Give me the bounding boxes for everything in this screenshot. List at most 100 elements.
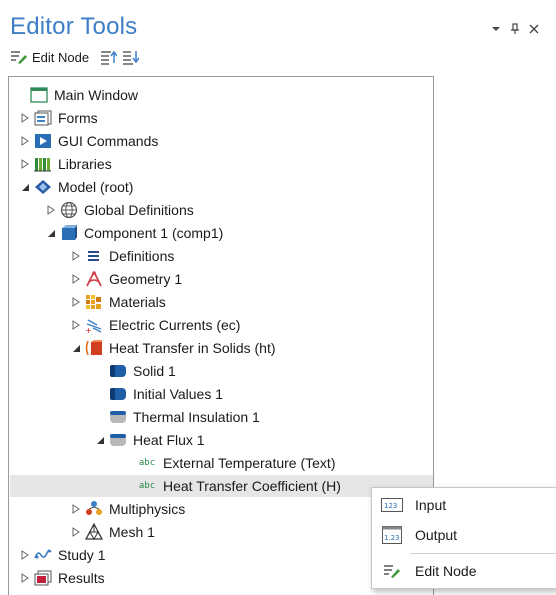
- expand-toggle-icon[interactable]: [20, 159, 30, 169]
- tree-item-label: Materials: [109, 294, 166, 310]
- tree-item-forms[interactable]: Forms: [20, 107, 98, 129]
- geometry-icon: [85, 270, 103, 288]
- tree-item-heat-flux-1[interactable]: Heat Flux 1: [95, 429, 205, 451]
- tree-item-label: Heat Flux 1: [133, 432, 205, 448]
- collapse-toggle-icon[interactable]: [46, 228, 56, 238]
- dropdown-icon[interactable]: [490, 22, 502, 36]
- mesh-icon: [85, 523, 103, 541]
- menu-item-label: Edit Node: [415, 563, 477, 579]
- tree-item-label: Results: [58, 570, 105, 586]
- materials-icon: [85, 293, 103, 311]
- tree-item-external-temperature[interactable]: abc External Temperature (Text): [137, 452, 336, 474]
- tree-item-materials[interactable]: Materials: [71, 291, 166, 313]
- menu-item-output[interactable]: 1.23 Output: [372, 520, 556, 550]
- move-up-icon[interactable]: [99, 48, 118, 66]
- boundary-condition-icon: [109, 431, 127, 449]
- panel-title: Editor Tools: [10, 13, 138, 40]
- tree-item-label: External Temperature (Text): [163, 455, 336, 471]
- tree-item-label: Global Definitions: [84, 202, 194, 218]
- menu-item-label: Input: [415, 497, 447, 513]
- tree-item-label: Main Window: [54, 87, 139, 103]
- tree-item-label: Mesh 1: [109, 524, 155, 540]
- expand-toggle-icon[interactable]: [71, 320, 81, 330]
- output-icon: 1.23: [381, 526, 403, 544]
- results-icon: [34, 569, 52, 587]
- tree-item-label: Heat Transfer in Solids (ht): [109, 340, 276, 356]
- tree-item-libraries[interactable]: Libraries: [20, 153, 112, 175]
- libraries-icon: [34, 155, 52, 173]
- tree-item-definitions[interactable]: Definitions: [71, 245, 174, 267]
- tree-item-label: Definitions: [109, 248, 175, 264]
- move-down-icon[interactable]: [121, 48, 140, 66]
- window-controls: [490, 22, 540, 36]
- input-icon: 123: [381, 496, 403, 514]
- electric-currents-icon: +: [85, 316, 103, 334]
- collapse-toggle-icon[interactable]: [95, 435, 105, 445]
- tree-item-label: GUI Commands: [58, 133, 159, 149]
- globe-icon: [60, 201, 78, 219]
- tree-item-initial-values-1[interactable]: Initial Values 1: [109, 383, 223, 405]
- tree-item-main-window[interactable]: Main Window: [20, 84, 138, 106]
- pin-icon[interactable]: [509, 22, 521, 36]
- expand-toggle-icon[interactable]: [71, 504, 81, 514]
- menu-item-edit-node[interactable]: Edit Node: [372, 556, 556, 586]
- forms-icon: [34, 109, 52, 127]
- tree-item-label: Solid 1: [133, 363, 176, 379]
- svg-text:+: +: [85, 326, 92, 334]
- edit-node-button[interactable]: Edit Node: [10, 48, 89, 66]
- tree-item-gui-commands[interactable]: GUI Commands: [20, 130, 158, 152]
- menu-item-input[interactable]: 123 Input: [372, 490, 556, 520]
- tree-item-solid-1[interactable]: Solid 1: [109, 360, 176, 382]
- tree-item-label: Initial Values 1: [133, 386, 224, 402]
- tree-item-label: Geometry 1: [109, 271, 183, 287]
- tree-item-heat-transfer[interactable]: Heat Transfer in Solids (ht): [71, 337, 276, 359]
- tree-item-label: Forms: [58, 110, 98, 126]
- tree-item-multiphysics[interactable]: Multiphysics: [71, 498, 185, 520]
- tree-item-electric-currents[interactable]: + Electric Currents (ec): [71, 314, 240, 336]
- expand-toggle-icon[interactable]: [20, 550, 30, 560]
- tree-item-label: Thermal Insulation 1: [133, 409, 260, 425]
- tree-item-component-1[interactable]: Component 1 (comp1): [46, 222, 223, 244]
- toolbar: Edit Node: [10, 48, 140, 66]
- expand-toggle-icon[interactable]: [71, 274, 81, 284]
- tree-item-study-1[interactable]: Study 1: [20, 544, 105, 566]
- tree-item-label: Electric Currents (ec): [109, 317, 241, 333]
- collapse-toggle-icon[interactable]: [20, 182, 30, 192]
- definitions-icon: [85, 247, 103, 265]
- svg-text:123: 123: [384, 502, 397, 510]
- edit-node-icon: [381, 562, 403, 580]
- tree-item-label: Heat Transfer Coefficient (H): [163, 478, 341, 494]
- solid-icon: [109, 362, 127, 380]
- edit-node-icon: [10, 48, 28, 66]
- expand-toggle-icon[interactable]: [20, 136, 30, 146]
- window-icon: [30, 86, 48, 104]
- tree-item-thermal-insulation-1[interactable]: Thermal Insulation 1: [109, 406, 260, 428]
- study-icon: [34, 546, 52, 564]
- tree-item-label: Libraries: [58, 156, 112, 172]
- svg-text:1.23: 1.23: [384, 534, 400, 542]
- text-abc-icon: abc: [138, 458, 156, 468]
- expand-toggle-icon[interactable]: [20, 573, 30, 583]
- tree-item-results[interactable]: Results: [20, 567, 105, 589]
- menu-item-label: Output: [415, 527, 458, 543]
- initial-values-icon: [109, 385, 127, 403]
- close-icon[interactable]: [528, 22, 540, 36]
- tree-item-mesh-1[interactable]: Mesh 1: [71, 521, 155, 543]
- expand-toggle-icon[interactable]: [46, 205, 56, 215]
- tree-item-label: Component 1 (comp1): [84, 225, 224, 241]
- tree-item-model-root[interactable]: Model (root): [20, 176, 133, 198]
- multiphysics-icon: [85, 500, 103, 518]
- tree-item-geometry-1[interactable]: Geometry 1: [71, 268, 182, 290]
- tree-item-label: Model (root): [58, 179, 134, 195]
- expand-toggle-icon[interactable]: [71, 297, 81, 307]
- collapse-toggle-icon[interactable]: [71, 343, 81, 353]
- model-icon: [34, 178, 52, 196]
- tree-item-heat-transfer-coefficient[interactable]: abc Heat Transfer Coefficient (H): [10, 475, 433, 497]
- menu-separator: [410, 553, 556, 554]
- expand-toggle-icon[interactable]: [71, 527, 81, 537]
- context-menu: 123 Input 1.23 Output Edit Node: [371, 487, 556, 589]
- tree-item-global-definitions[interactable]: Global Definitions: [46, 199, 194, 221]
- expand-toggle-icon[interactable]: [71, 251, 81, 261]
- expand-toggle-icon[interactable]: [20, 113, 30, 123]
- tree-item-label: Study 1: [58, 547, 106, 563]
